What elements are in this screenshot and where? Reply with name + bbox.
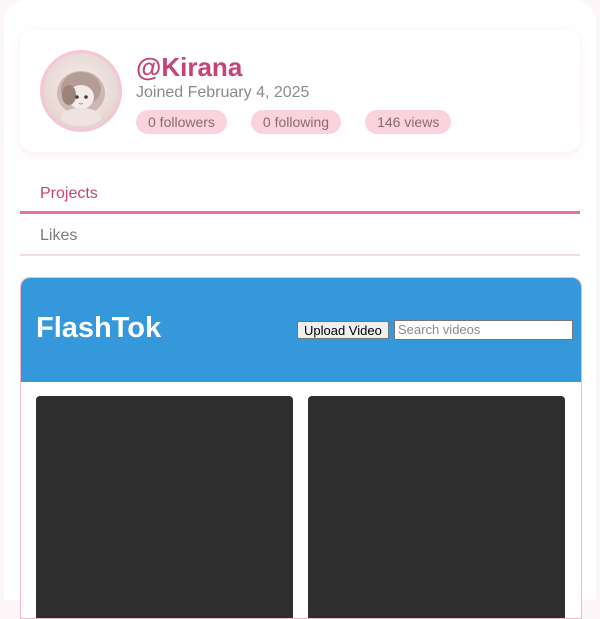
followers-count[interactable]: 0 followers [136,110,227,134]
project-embed: FlashTok Upload Video Search videos [20,277,582,619]
avatar-illustration-icon [57,71,105,126]
tab-projects[interactable]: Projects [20,174,580,214]
avatar[interactable] [40,50,122,132]
video-tile[interactable] [308,396,565,618]
app-header: FlashTok Upload Video Search videos [21,278,581,382]
profile-stats: 0 followers 0 following 146 views [136,110,452,134]
profile-card: @Kirana Joined February 4, 2025 0 follow… [20,30,580,152]
search-input[interactable]: Search videos [394,320,573,340]
following-count[interactable]: 0 following [250,110,342,134]
views-count: 146 views [365,110,452,134]
video-tile[interactable] [36,396,293,618]
app-title: FlashTok [36,312,162,344]
tab-likes[interactable]: Likes [20,216,580,256]
join-date: Joined February 4, 2025 [136,84,310,101]
username: @Kirana [136,52,243,82]
upload-video-button[interactable]: Upload Video [297,321,389,339]
